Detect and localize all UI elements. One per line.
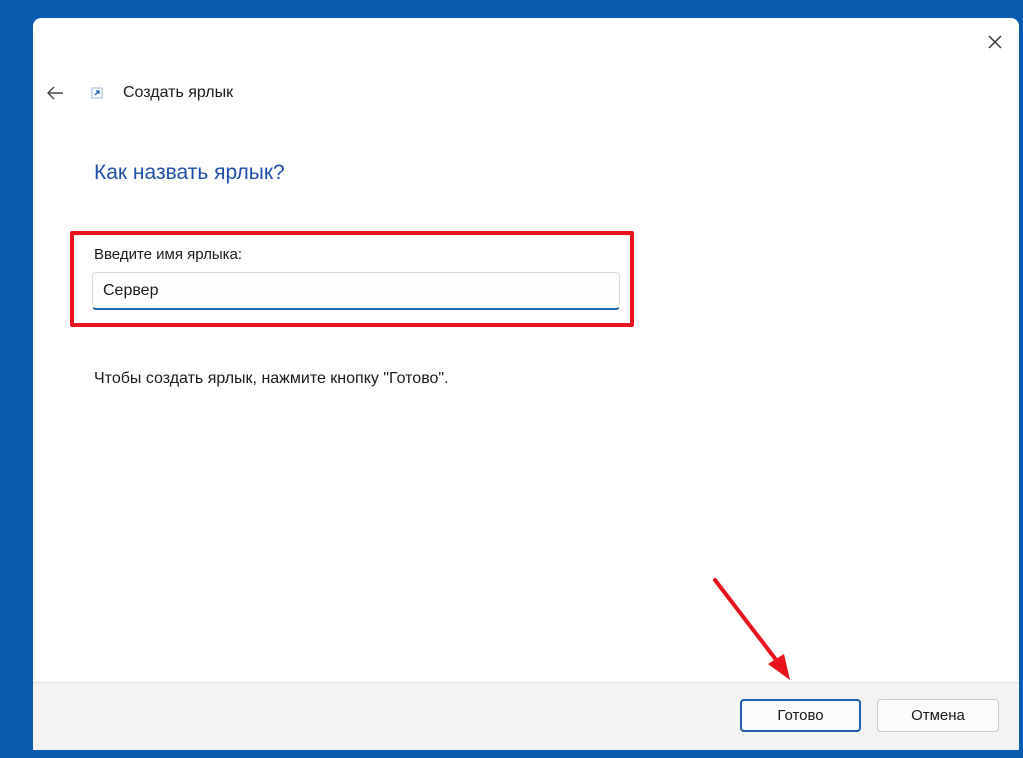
close-button[interactable]	[981, 28, 1009, 56]
back-arrow-icon	[47, 86, 63, 100]
red-arrow-annotation	[713, 578, 790, 680]
create-shortcut-dialog: Создать ярлык Как назвать ярлык? Введите…	[33, 18, 1019, 750]
shortcut-icon	[89, 85, 105, 101]
back-button[interactable]	[43, 81, 67, 105]
cancel-button[interactable]: Отмена	[877, 699, 999, 732]
instruction-text: Чтобы создать ярлык, нажмите кнопку "Гот…	[94, 370, 449, 387]
wizard-title: Создать ярлык	[123, 84, 234, 101]
shortcut-name-input[interactable]	[92, 272, 620, 310]
finish-button[interactable]: Готово	[740, 699, 861, 732]
wizard-header: Создать ярлык	[43, 78, 233, 108]
close-icon	[988, 35, 1002, 49]
shortcut-name-label: Введите имя ярлыка:	[94, 246, 243, 263]
page-heading: Как назвать ярлык?	[94, 161, 285, 184]
wizard-footer: Готово Отмена	[33, 682, 1019, 750]
